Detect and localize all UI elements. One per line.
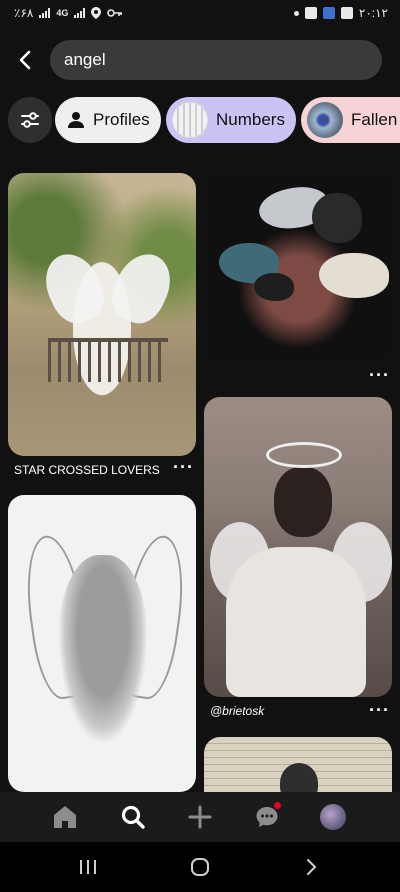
halo-shape <box>266 442 342 468</box>
recents-button[interactable] <box>76 858 100 876</box>
wing-shape <box>103 245 181 331</box>
more-options-button[interactable]: ··· <box>369 366 390 384</box>
chevron-right-icon <box>307 859 317 875</box>
shield-notification-icon <box>322 7 335 19</box>
chip-thumbnail <box>172 102 208 138</box>
nav-search[interactable] <box>118 802 148 832</box>
battery-percent: ٪۶۸ <box>14 6 34 20</box>
nav-profile[interactable] <box>318 802 348 832</box>
filters-button[interactable] <box>8 97 52 143</box>
chip-label: Fallen <box>351 110 398 129</box>
back-system-button[interactable] <box>300 858 324 876</box>
ellipsis-icon: ··· <box>369 365 390 385</box>
pin-image[interactable] <box>204 173 392 360</box>
chevron-left-icon <box>19 50 31 70</box>
balcony-railing <box>48 338 168 382</box>
status-bar: ٪۶۸ 4G ۲۰:۱۲ <box>0 0 400 28</box>
moth-shape <box>254 273 294 301</box>
notification-dot-icon <box>293 10 299 16</box>
signal-icon <box>39 8 51 18</box>
more-options-button[interactable]: ··· <box>369 701 390 719</box>
location-icon <box>91 7 102 19</box>
ellipsis-icon: ··· <box>369 700 390 720</box>
sliders-icon <box>21 112 39 128</box>
status-right: ۲۰:۱۲ <box>293 6 388 20</box>
chip-label: Numbers <box>216 110 285 129</box>
home-circle-icon <box>191 858 209 876</box>
chip-fallen[interactable]: Fallen <box>301 97 400 143</box>
nav-create[interactable] <box>185 802 215 832</box>
pin-image[interactable] <box>8 173 196 456</box>
key-icon <box>107 9 123 17</box>
chip-thumbnail <box>307 102 343 138</box>
pin-image[interactable] <box>8 495 196 792</box>
pin-image[interactable] <box>204 397 392 697</box>
head-shape <box>274 467 332 537</box>
pin-caption[interactable]: @brietosk <box>210 704 264 718</box>
network-type: 4G <box>56 8 69 18</box>
ellipsis-icon: ··· <box>173 457 194 477</box>
checkbox-notification-icon <box>304 7 317 19</box>
filter-chips: Profiles Numbers Fallen <box>8 97 400 143</box>
moth-shape <box>319 253 389 298</box>
bottom-navigation <box>0 792 400 842</box>
dress-shape <box>226 547 366 697</box>
moth-shape <box>312 193 362 243</box>
status-left: ٪۶۸ 4G <box>14 6 123 20</box>
search-input[interactable] <box>64 40 364 80</box>
chip-numbers[interactable]: Numbers <box>166 97 296 143</box>
nav-home[interactable] <box>50 802 80 832</box>
system-navigation <box>0 842 400 892</box>
plus-icon <box>188 805 212 829</box>
pin-caption[interactable]: STAR CROSSED LOVERS <box>14 463 160 477</box>
wing-shape <box>35 245 113 331</box>
signal-icon-2 <box>74 8 86 18</box>
recents-icon <box>80 860 96 874</box>
home-icon <box>54 806 76 828</box>
search-icon <box>121 805 145 829</box>
more-options-button[interactable]: ··· <box>173 458 194 476</box>
back-button[interactable] <box>14 48 38 72</box>
image-notification-icon <box>340 7 353 19</box>
avatar <box>320 804 346 830</box>
chip-label: Profiles <box>93 110 150 129</box>
clock: ۲۰:۱۲ <box>358 6 388 20</box>
person-icon <box>68 112 84 128</box>
chip-profiles[interactable]: Profiles <box>55 97 161 143</box>
search-bar[interactable] <box>50 40 382 80</box>
home-system-button[interactable] <box>188 858 212 876</box>
nav-messages[interactable] <box>252 802 282 832</box>
notification-badge <box>274 802 281 809</box>
figure-sketch <box>58 555 148 745</box>
